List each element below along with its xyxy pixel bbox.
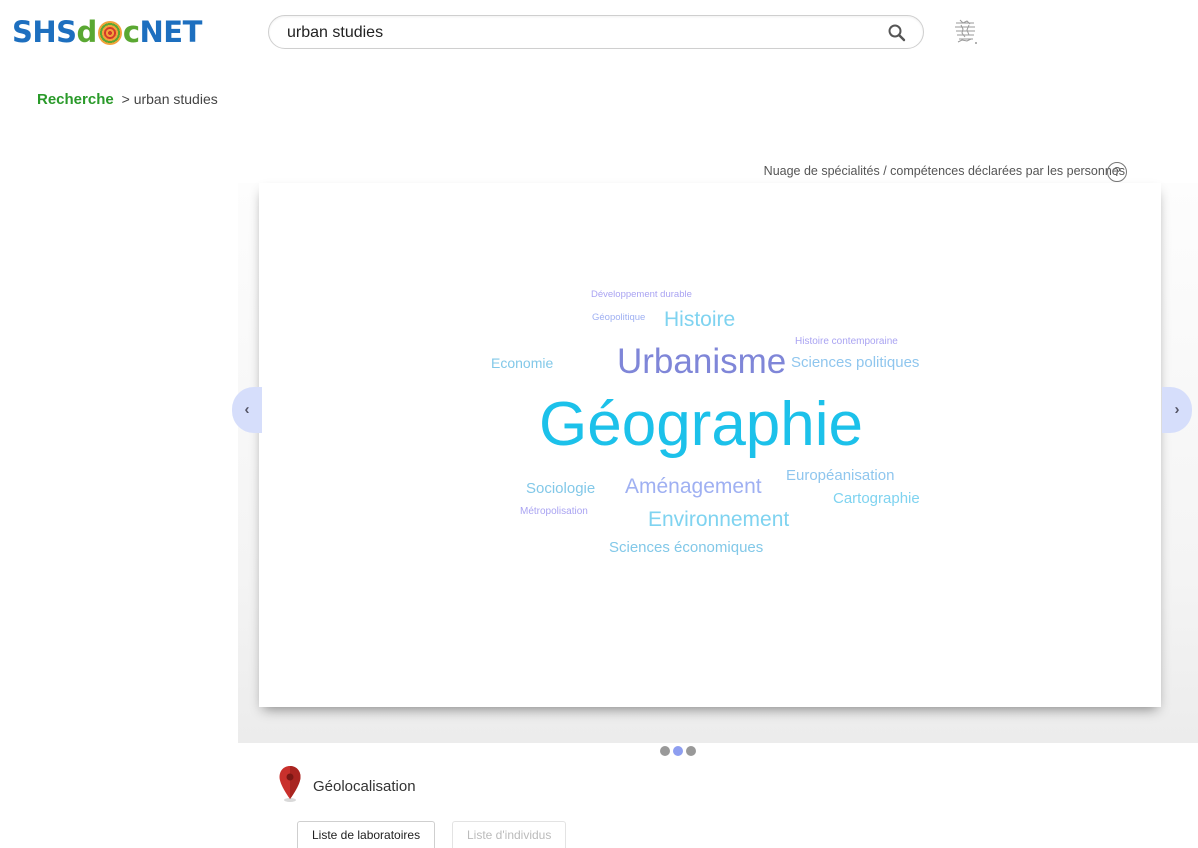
logo-text-d: d xyxy=(76,15,98,49)
carousel-dots xyxy=(660,743,699,761)
carousel-prev-button[interactable]: ‹ xyxy=(232,387,262,433)
cloud-word-histoire[interactable]: Histoire xyxy=(664,309,735,330)
cloud-word-geographie[interactable]: Géographie xyxy=(539,394,863,456)
logo-text-shs: SHS xyxy=(12,15,77,49)
cloud-word-histoire-contemporaine[interactable]: Histoire contemporaine xyxy=(795,337,898,347)
tab-individuals[interactable]: Liste d'individus xyxy=(452,821,567,848)
breadcrumb: Recherche > urban studies xyxy=(37,91,218,108)
search-icon[interactable] xyxy=(887,23,907,43)
site-logo[interactable]: SHSd cNET xyxy=(12,14,202,50)
search-input[interactable] xyxy=(285,22,869,44)
cloud-title: Nuage de spécialités / compétences décla… xyxy=(763,164,1125,178)
logo-text-c: c xyxy=(122,15,140,49)
language-globe-icon[interactable] xyxy=(951,16,981,46)
breadcrumb-root-link[interactable]: Recherche xyxy=(37,91,114,108)
word-cloud-panel: Développement durable Géopolitique Histo… xyxy=(259,183,1161,707)
cloud-word-sociologie[interactable]: Sociologie xyxy=(526,481,595,496)
geolocation-label: Géolocalisation xyxy=(313,778,416,795)
map-pin-icon xyxy=(279,766,301,802)
carousel-dot-2[interactable] xyxy=(673,746,683,756)
logo-target-icon xyxy=(97,21,122,45)
cloud-word-metropolisation[interactable]: Métropolisation xyxy=(520,507,588,517)
logo-text-net: NET xyxy=(139,15,203,49)
breadcrumb-current: urban studies xyxy=(133,91,218,107)
cloud-word-amenagement[interactable]: Aménagement xyxy=(625,476,762,497)
cloud-word-environnement[interactable]: Environnement xyxy=(648,509,789,530)
carousel-dot-1[interactable] xyxy=(660,746,670,756)
search-bar xyxy=(268,15,924,49)
tab-laboratories[interactable]: Liste de laboratoires xyxy=(297,821,436,848)
breadcrumb-separator: > xyxy=(121,91,130,107)
cloud-word-sciences-politiques[interactable]: Sciences politiques xyxy=(791,355,919,370)
cloud-word-geopolitique[interactable]: Géopolitique xyxy=(592,313,645,323)
cloud-word-developpement-durable[interactable]: Développement durable xyxy=(591,290,692,300)
cloud-word-cartographie[interactable]: Cartographie xyxy=(833,491,920,506)
cloud-word-economie[interactable]: Economie xyxy=(491,356,553,370)
carousel-dot-3[interactable] xyxy=(686,746,696,756)
help-icon[interactable]: ? xyxy=(1107,162,1127,182)
cloud-word-sciences-economiques[interactable]: Sciences économiques xyxy=(609,540,763,555)
cloud-word-europeanisation[interactable]: Européanisation xyxy=(786,468,894,483)
cloud-word-urbanisme[interactable]: Urbanisme xyxy=(617,344,786,379)
